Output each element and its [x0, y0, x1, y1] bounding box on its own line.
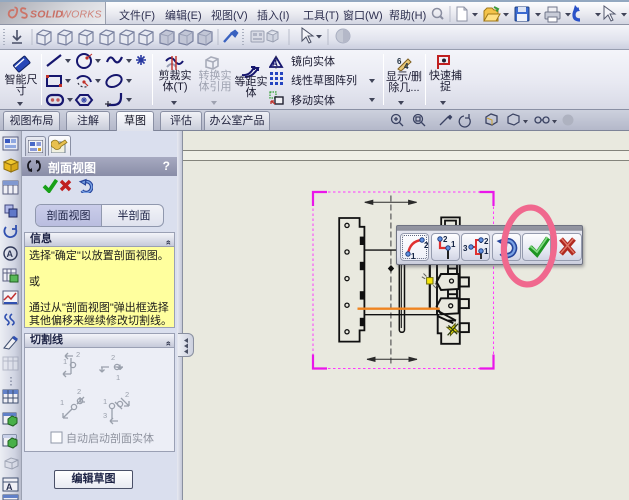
svg-text:6: 6: [397, 57, 402, 66]
svg-text:1: 1: [60, 398, 64, 407]
svg-text:2: 2: [424, 241, 429, 250]
svg-text:自动启动剖面实体: 自动启动剖面实体: [66, 431, 154, 445]
svg-text:3: 3: [463, 244, 468, 253]
svg-text:A: A: [6, 482, 13, 492]
svg-text:1: 1: [484, 247, 489, 256]
svg-text:WORKS: WORKS: [61, 9, 102, 21]
svg-text:2: 2: [443, 235, 448, 244]
svg-text:1: 1: [63, 357, 67, 366]
svg-text:4: 4: [404, 62, 409, 71]
svg-text:3: 3: [103, 411, 107, 420]
svg-text:2: 2: [111, 353, 115, 362]
svg-text:1: 1: [411, 252, 416, 261]
svg-text:A: A: [7, 249, 14, 259]
svg-text:2: 2: [76, 350, 80, 359]
svg-text:A: A: [272, 59, 278, 68]
svg-text:1: 1: [103, 397, 107, 406]
svg-text:SOLID: SOLID: [30, 9, 63, 21]
svg-text:1: 1: [116, 373, 120, 382]
svg-text:2: 2: [125, 390, 129, 399]
svg-text:1: 1: [451, 240, 456, 249]
svg-text:2: 2: [484, 237, 489, 246]
svg-text:2: 2: [77, 387, 81, 396]
